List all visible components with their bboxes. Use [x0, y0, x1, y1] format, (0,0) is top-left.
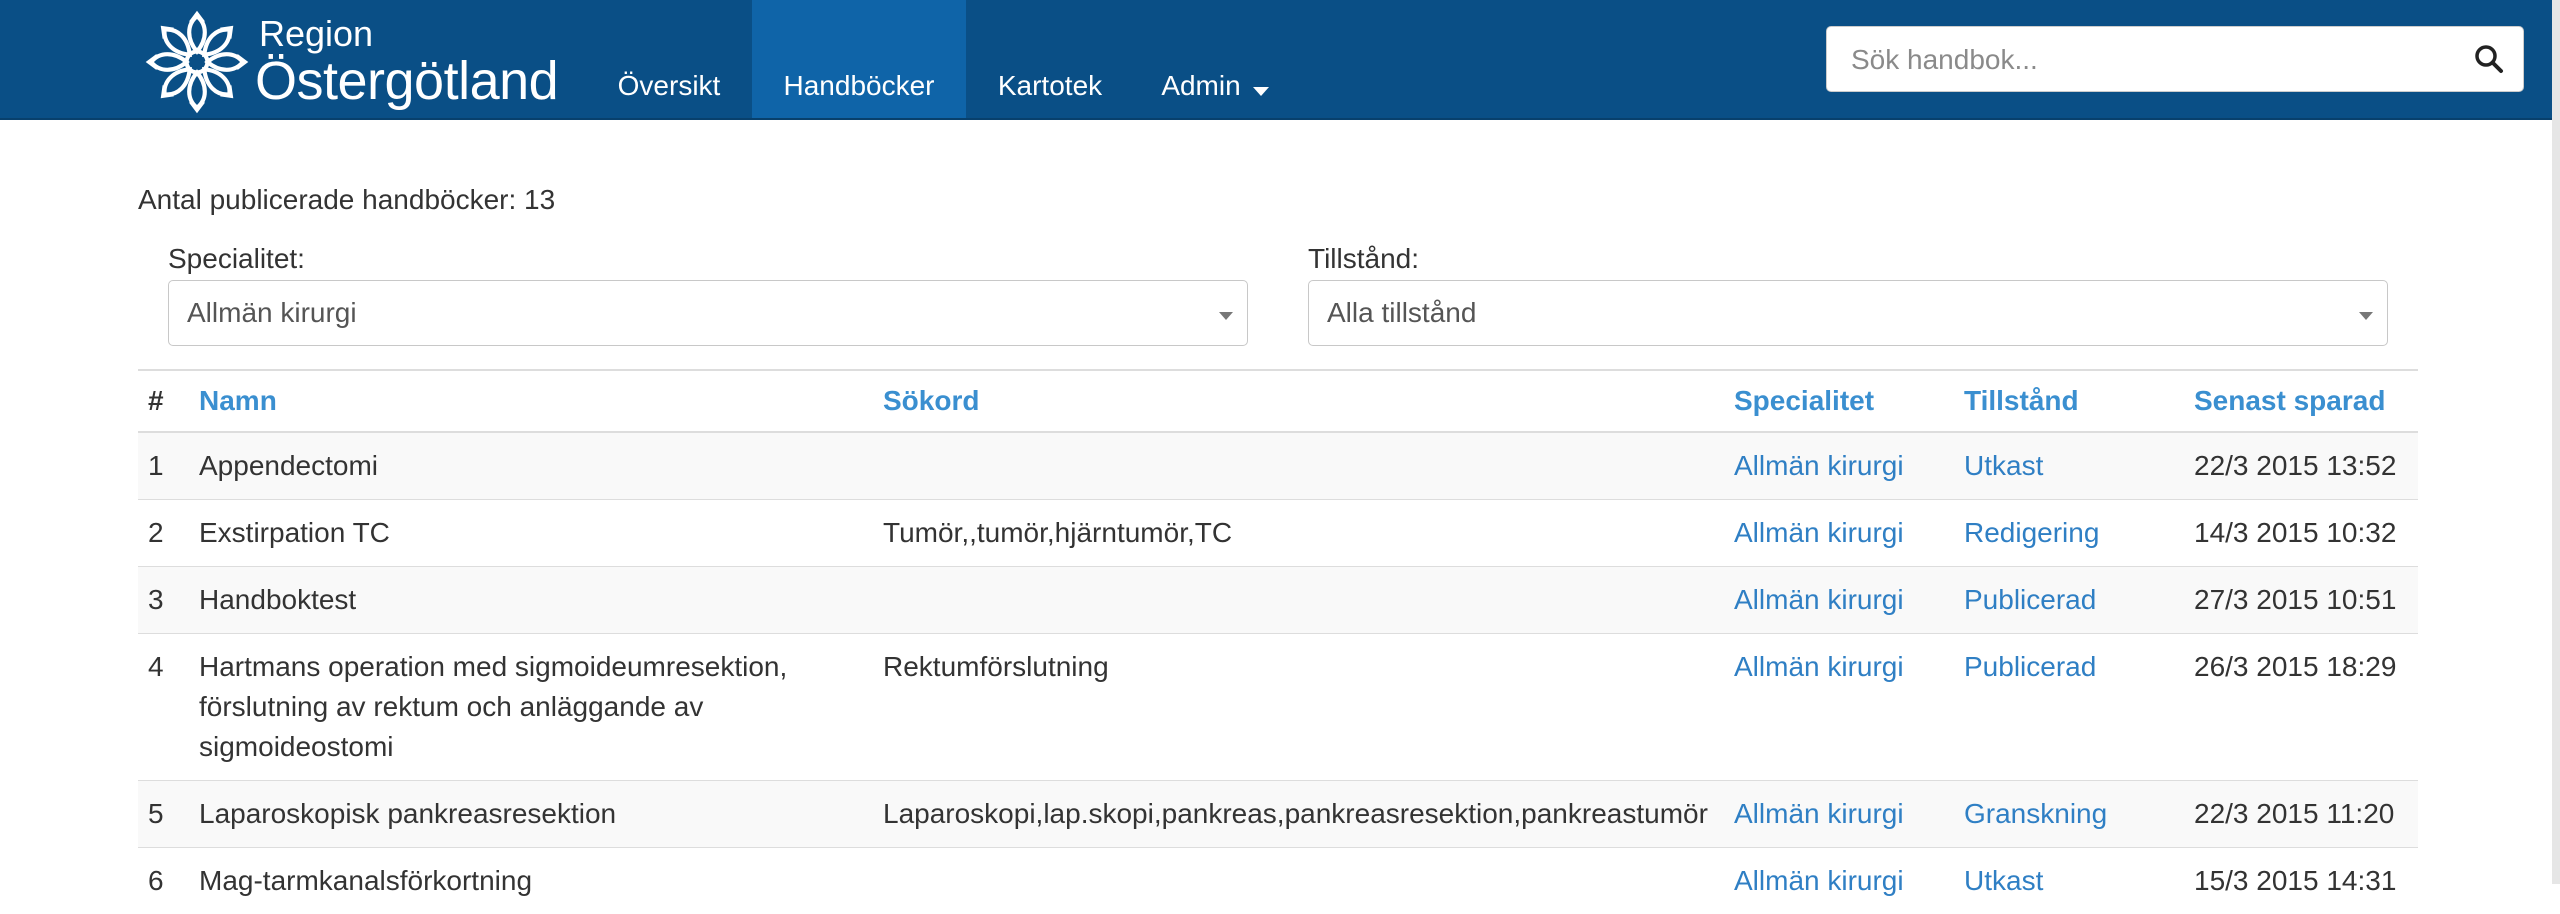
specialty-filter-label: Specialitet: [168, 243, 305, 275]
row-keywords [883, 567, 1734, 634]
row-specialty-link[interactable]: Allmän kirurgi [1734, 432, 1964, 500]
col-header-num: # [138, 370, 199, 432]
row-state-link[interactable]: Publicerad [1964, 567, 2194, 634]
nav-admin-dropdown[interactable]: Admin [1150, 0, 1280, 118]
row-number: 5 [138, 781, 199, 848]
col-header-state[interactable]: Tillstånd [1964, 370, 2194, 432]
published-count: Antal publicerade handböcker: 13 [138, 184, 555, 216]
brand-line1: Region [259, 16, 558, 52]
row-saved: 15/3 2015 14:31 [2194, 848, 2418, 914]
row-saved: 22/3 2015 11:20 [2194, 781, 2418, 848]
table-row[interactable]: 5 Laparoskopisk pankreasresektion Laparo… [138, 781, 2418, 848]
row-specialty-link[interactable]: Allmän kirurgi [1734, 634, 1964, 781]
row-number: 1 [138, 432, 199, 500]
row-specialty-link[interactable]: Allmän kirurgi [1734, 781, 1964, 848]
search-input[interactable] [1827, 27, 2453, 93]
row-keywords: Tumör,,tumör,hjärntumör,TC [883, 500, 1734, 567]
page-scrollbar[interactable] [2552, 0, 2560, 884]
table-row[interactable]: 3 Handboktest Allmän kirurgi Publicerad … [138, 567, 2418, 634]
state-select-value: Alla tillstånd [1327, 297, 1476, 329]
snowflake-logo-icon [145, 10, 249, 114]
row-saved: 14/3 2015 10:32 [2194, 500, 2418, 567]
row-name: Laparoskopisk pankreasresektion [199, 781, 883, 848]
top-navbar: Region Östergötland Översikt Handböcker … [0, 0, 2552, 120]
row-name: Handboktest [199, 567, 883, 634]
search-icon[interactable] [2473, 43, 2505, 75]
row-state-link[interactable]: Redigering [1964, 500, 2194, 567]
col-header-specialty[interactable]: Specialitet [1734, 370, 1964, 432]
nav-handbocker[interactable]: Handböcker [752, 0, 966, 118]
search-box [1826, 26, 2524, 92]
state-filter-label: Tillstånd: [1308, 243, 1419, 275]
row-specialty-link[interactable]: Allmän kirurgi [1734, 567, 1964, 634]
row-keywords [883, 848, 1734, 914]
handbook-table: # Namn Sökord Specialitet Tillstånd Sena… [138, 369, 2418, 914]
nav-kartotek[interactable]: Kartotek [980, 0, 1120, 118]
row-state-link[interactable]: Publicerad [1964, 634, 2194, 781]
select-arrow-icon [1219, 312, 1233, 320]
table-header-row: # Namn Sökord Specialitet Tillstånd Sena… [138, 370, 2418, 432]
brand-text: Region Östergötland [255, 16, 558, 108]
row-name: Appendectomi [199, 432, 883, 500]
row-number: 6 [138, 848, 199, 914]
row-keywords: Rektumförslutning [883, 634, 1734, 781]
brand-logo[interactable]: Region Östergötland [145, 10, 558, 114]
table-row[interactable]: 1 Appendectomi Allmän kirurgi Utkast 22/… [138, 432, 2418, 500]
row-name: Exstirpation TC [199, 500, 883, 567]
nav-handbocker-label: Handböcker [784, 70, 935, 102]
nav-kartotek-label: Kartotek [998, 70, 1102, 102]
row-number: 3 [138, 567, 199, 634]
row-specialty-link[interactable]: Allmän kirurgi [1734, 500, 1964, 567]
nav-oversikt-label: Översikt [618, 70, 721, 102]
row-name: Mag-tarmkanalsförkortning [199, 848, 883, 914]
row-keywords [883, 432, 1734, 500]
state-select[interactable]: Alla tillstånd [1308, 280, 2388, 346]
table-row[interactable]: 2 Exstirpation TC Tumör,,tumör,hjärntumö… [138, 500, 2418, 567]
row-state-link[interactable]: Utkast [1964, 432, 2194, 500]
nav-oversikt[interactable]: Översikt [600, 0, 738, 118]
brand-line2: Östergötland [255, 54, 558, 108]
table-row[interactable]: 6 Mag-tarmkanalsförkortning Allmän kirur… [138, 848, 2418, 914]
row-number: 2 [138, 500, 199, 567]
specialty-select-value: Allmän kirurgi [187, 297, 357, 329]
table-row[interactable]: 4 Hartmans operation med sigmoideumresek… [138, 634, 2418, 781]
select-arrow-icon [2359, 312, 2373, 320]
row-number: 4 [138, 634, 199, 781]
row-keywords: Laparoskopi,lap.skopi,pankreas,pankreasr… [883, 781, 1734, 848]
col-header-name[interactable]: Namn [199, 370, 883, 432]
row-saved: 27/3 2015 10:51 [2194, 567, 2418, 634]
nav-admin-label: Admin [1161, 70, 1240, 102]
specialty-select[interactable]: Allmän kirurgi [168, 280, 1248, 346]
row-state-link[interactable]: Utkast [1964, 848, 2194, 914]
caret-down-icon [1253, 87, 1269, 96]
row-specialty-link[interactable]: Allmän kirurgi [1734, 848, 1964, 914]
row-saved: 26/3 2015 18:29 [2194, 634, 2418, 781]
row-state-link[interactable]: Granskning [1964, 781, 2194, 848]
col-header-keywords[interactable]: Sökord [883, 370, 1734, 432]
col-header-saved[interactable]: Senast sparad [2194, 370, 2418, 432]
row-saved: 22/3 2015 13:52 [2194, 432, 2418, 500]
row-name: Hartmans operation med sigmoideumresekti… [199, 634, 883, 781]
